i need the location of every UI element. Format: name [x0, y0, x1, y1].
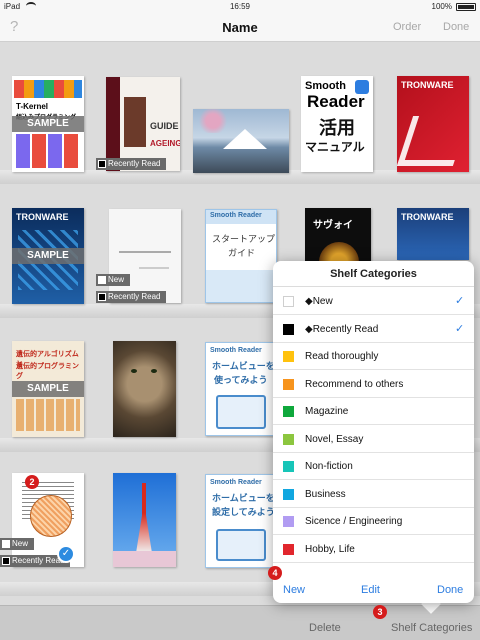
category-color-swatch — [283, 461, 294, 472]
category-label: Sicence / Engineering — [305, 516, 403, 527]
battery-icon — [456, 3, 476, 11]
category-color-swatch — [283, 488, 294, 500]
checkmark-icon: ✓ — [455, 295, 465, 307]
book-cover[interactable]: Smooth Reader ホームビューを 設定してみよう — [205, 474, 277, 568]
category-label: Non-fiction — [305, 461, 353, 472]
recently-read-tag: Recently Read — [96, 291, 167, 303]
book-title: Smooth Reader — [210, 212, 262, 219]
category-label: Novel, Essay — [305, 433, 364, 445]
battery-percent: 100% — [431, 2, 452, 11]
book-cover[interactable]: Smooth Reader ホームビューを 使ってみよう — [205, 342, 277, 436]
popover-done-button[interactable]: Done — [437, 584, 463, 596]
category-color-swatch — [283, 406, 294, 417]
book-title: Reader — [307, 92, 365, 111]
new-tag: New — [0, 538, 35, 550]
category-color-swatch — [283, 543, 294, 555]
category-row[interactable]: Non-fiction — [273, 453, 474, 480]
category-row[interactable]: Sicence / Engineering — [273, 508, 474, 535]
book-title: ホームビューを — [212, 361, 275, 371]
book-cover[interactable]: TRONWARE — [397, 76, 469, 172]
new-tag: New — [96, 274, 131, 286]
book-title: T-Kernel — [16, 102, 49, 111]
book-cover[interactable]: Smooth Reader スタートアップ ガイド — [205, 209, 277, 303]
category-row[interactable]: Recommend to others — [273, 371, 474, 398]
category-label: Magazine — [305, 406, 349, 417]
checkmark-icon: ✓ — [455, 322, 465, 335]
order-button[interactable]: Order — [393, 21, 421, 33]
popover-footer: New Edit Done — [273, 573, 474, 603]
book-cover[interactable] — [193, 109, 289, 173]
book-subtitle: 遺伝的プログラミング — [16, 363, 79, 380]
book-title: Smooth Reader — [210, 479, 262, 486]
book-title: ガイド — [228, 248, 256, 258]
book-title: Smooth Reader — [210, 347, 262, 354]
recently-read-tag: Recently Read — [96, 158, 167, 170]
category-row[interactable]: Hobby, Life — [273, 536, 474, 563]
book-subtitle: AGEING — [150, 139, 180, 148]
category-color-swatch — [283, 378, 294, 390]
status-bar: iPad 16:59 100% — [0, 0, 480, 14]
book-title: TRONWARE — [401, 80, 454, 90]
category-row[interactable]: Novel, Essay — [273, 426, 474, 453]
category-row[interactable]: ◆Recently Read ✓ — [273, 316, 474, 343]
category-label: ◆New — [305, 296, 333, 307]
book-cover[interactable]: TRONWARE — [397, 208, 469, 260]
category-color-swatch — [283, 351, 294, 362]
status-time: 16:59 — [229, 2, 251, 11]
delete-button[interactable]: Delete — [309, 622, 341, 634]
category-row[interactable]: Read thoroughly — [273, 343, 474, 370]
category-label: ◆Recently Read — [305, 323, 379, 335]
callout-marker: 4 — [268, 566, 282, 580]
book-cover[interactable] — [113, 341, 176, 437]
callout-marker: 2 — [25, 475, 39, 489]
book-title: GUIDE — [150, 121, 179, 131]
category-label: Recommend to others — [305, 378, 404, 390]
callout-marker: 3 — [373, 605, 387, 619]
category-color-swatch — [283, 296, 294, 307]
book-title: 設定してみよう — [212, 507, 275, 517]
nav-bar: ? Name Order Done — [0, 14, 480, 42]
category-color-swatch — [283, 433, 294, 445]
category-label: Business — [305, 488, 346, 500]
book-cover[interactable]: T-Kernel 組込みプログラミング SAMPLE — [12, 76, 84, 172]
book-title: スタートアップ — [212, 234, 276, 244]
category-row[interactable]: Magazine — [273, 398, 474, 425]
popover-title: Shelf Categories — [273, 261, 474, 287]
book-cover[interactable]: 遺伝的アルゴリズムと 遺伝的プログラミング SAMPLE — [12, 341, 84, 437]
book-cover[interactable] — [113, 473, 176, 567]
book-title: TRONWARE — [401, 212, 454, 222]
book-title: Smooth — [305, 80, 346, 92]
book-title: サヴォイ — [313, 220, 353, 231]
book-cover[interactable]: TRONWARE SAMPLE — [12, 208, 84, 304]
category-row[interactable]: ◆New ✓ — [273, 288, 474, 315]
book-title: 使ってみよう — [214, 375, 268, 385]
category-color-swatch — [283, 516, 294, 527]
sample-banner: SAMPLE — [12, 248, 84, 264]
category-color-swatch — [283, 323, 294, 335]
bottom-toolbar: Delete Shelf Categories — [0, 605, 480, 640]
shelf-categories-button[interactable]: Shelf Categories — [391, 622, 472, 634]
book-cover[interactable]: GUIDE AGEING — [106, 77, 180, 171]
category-label: Hobby, Life — [305, 543, 355, 555]
sample-banner: SAMPLE — [12, 116, 84, 132]
book-title: 活用 — [319, 118, 355, 138]
category-row[interactable]: Business — [273, 481, 474, 508]
done-button[interactable]: Done — [443, 21, 469, 33]
check-badge-icon: ✓ — [57, 545, 75, 563]
book-title: TRONWARE — [16, 212, 69, 222]
sample-banner: SAMPLE — [12, 381, 84, 397]
book-title: ホームビューを — [212, 493, 275, 503]
shelf-categories-popover: Shelf Categories ◆New ✓ ◆Recently Read ✓ Rea… — [273, 261, 474, 603]
book-cover[interactable] — [109, 209, 181, 303]
book-title: マニュアル — [305, 140, 365, 154]
edit-categories-button[interactable]: Edit — [361, 584, 380, 596]
new-category-button[interactable]: New — [283, 584, 305, 596]
book-cover[interactable]: Smooth Reader 活用 マニュアル — [301, 76, 373, 172]
category-label: Read thoroughly — [305, 351, 379, 362]
